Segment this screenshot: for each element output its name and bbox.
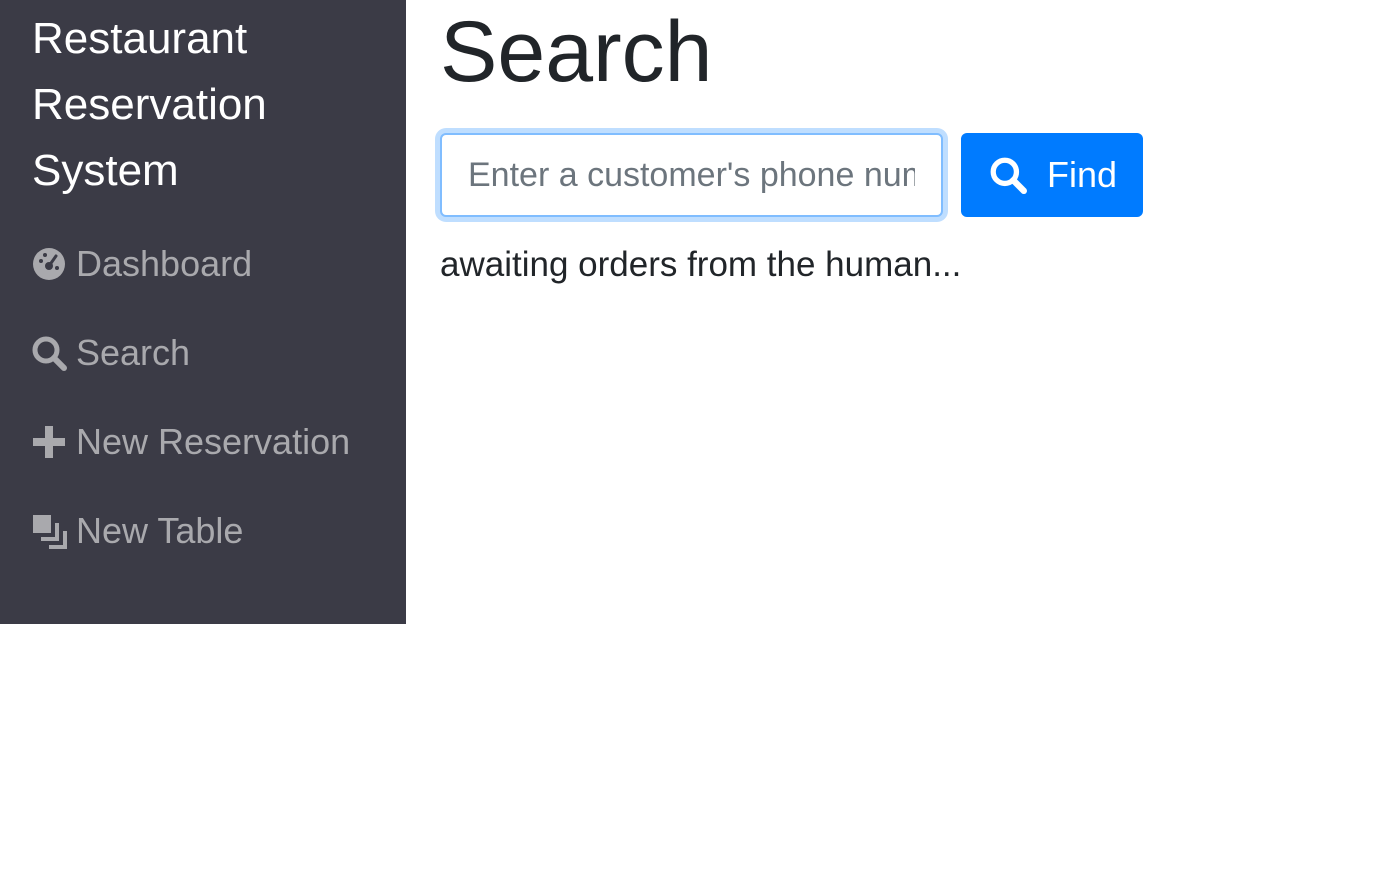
find-button[interactable]: Find (961, 133, 1143, 217)
sidebar-item-label: Dashboard (76, 242, 253, 284)
sidebar: Restaurant Reservation System Dashboard (0, 0, 406, 624)
sidebar-nav: Dashboard Search New Reservation New Tab… (32, 219, 406, 575)
phone-search-input[interactable] (440, 133, 943, 217)
sidebar-item-new-reservation[interactable]: New Reservation (30, 397, 406, 486)
sidebar-item-label: Search (76, 331, 191, 373)
find-button-label: Find (1047, 154, 1118, 195)
sidebar-item-label: New Reservation (76, 420, 351, 462)
status-message: awaiting orders from the human... (440, 245, 962, 284)
page-title: Search (440, 4, 713, 100)
plus-icon (30, 423, 68, 461)
search-form: Find (440, 133, 1143, 217)
layers-icon (30, 512, 68, 550)
sidebar-item-dashboard[interactable]: Dashboard (30, 219, 406, 308)
sidebar-item-search[interactable]: Search (30, 308, 406, 397)
dashboard-icon (30, 245, 68, 283)
main-content: Search Find awaiting orders from the hum… (440, 0, 1143, 285)
search-icon (989, 156, 1027, 194)
sidebar-item-label: New Table (76, 509, 244, 551)
search-icon (30, 334, 68, 372)
sidebar-item-new-table[interactable]: New Table (30, 486, 406, 575)
brand-title[interactable]: Restaurant Reservation System (32, 6, 352, 204)
